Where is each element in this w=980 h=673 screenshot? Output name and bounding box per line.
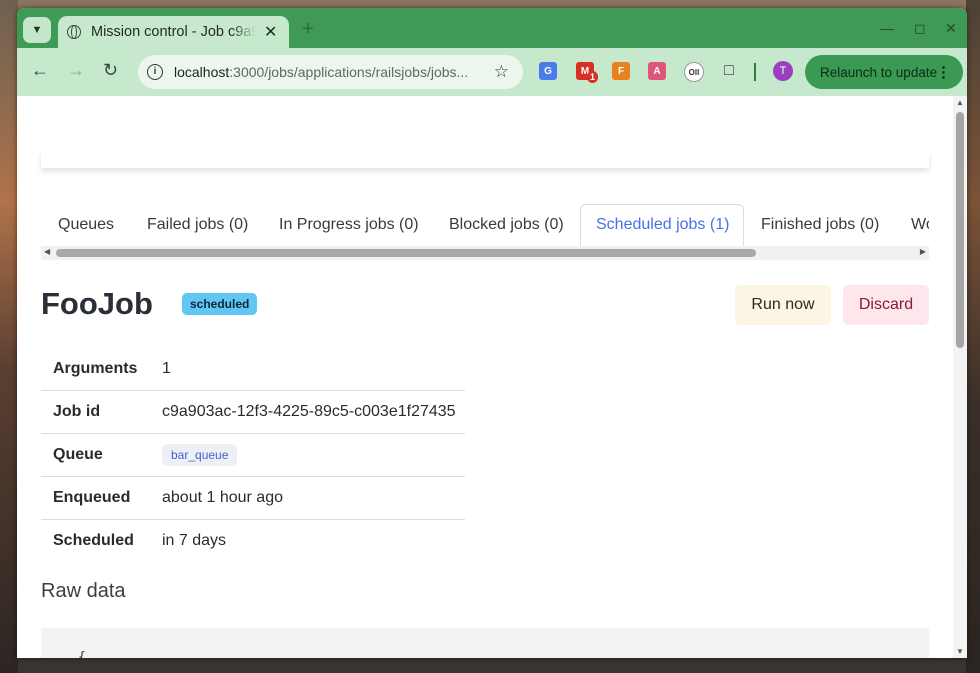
- chevron-down-icon: ▼: [31, 24, 43, 36]
- raw-data-code: {: [78, 650, 86, 658]
- table-row: Enqueued about 1 hour ago: [41, 476, 465, 520]
- detail-value: about 1 hour ago: [161, 476, 465, 520]
- ollama-extension-icon[interactable]: Oll: [684, 62, 704, 82]
- translate-extension-icon[interactable]: G: [539, 62, 557, 80]
- detail-value: bar_queue: [161, 433, 465, 477]
- table-row: Scheduled in 7 days: [41, 520, 465, 563]
- tab-workers[interactable]: Wo: [911, 204, 929, 246]
- tab-finished-jobs[interactable]: Finished jobs (0): [761, 204, 879, 246]
- detail-value: c9a903ac-12f3-4225-89c5-c003e1f27435: [161, 390, 465, 434]
- mail-extension-icon[interactable]: M1: [576, 62, 599, 83]
- toolbar-separator: [754, 63, 756, 81]
- scroll-up-icon[interactable]: ▲: [956, 98, 964, 107]
- mail-badge: 1: [587, 71, 599, 83]
- forward-arrow-icon[interactable]: →: [67, 60, 85, 81]
- run-now-button[interactable]: Run now: [735, 285, 831, 325]
- url-text[interactable]: localhost:3000/jobs/applications/railsjo…: [174, 64, 468, 80]
- table-row: Job id c9a903ac-12f3-4225-89c5-c003e1f27…: [41, 390, 465, 434]
- back-arrow-icon[interactable]: ←: [31, 60, 49, 81]
- raw-data-heading: Raw data: [41, 580, 126, 602]
- tab-scheduled-jobs[interactable]: Scheduled jobs (1): [580, 204, 744, 246]
- tab-failed-jobs[interactable]: Failed jobs (0): [147, 204, 248, 246]
- tab-search-button[interactable]: ▼: [23, 17, 51, 43]
- scrollbar-thumb[interactable]: [56, 249, 756, 257]
- address-bar[interactable]: i localhost:3000/jobs/applications/rails…: [138, 55, 523, 89]
- table-row: Queue bar_queue: [41, 433, 465, 477]
- top-nav-bar: [41, 152, 929, 168]
- tab-blocked-jobs[interactable]: Blocked jobs (0): [449, 204, 564, 246]
- language-extension-icon[interactable]: A: [648, 62, 666, 80]
- desktop-background-left: [0, 0, 18, 673]
- scrollbar-thumb[interactable]: [956, 112, 964, 348]
- maximize-icon[interactable]: ◻: [914, 20, 926, 37]
- detail-key: Scheduled: [53, 532, 134, 549]
- detail-key: Queue: [41, 433, 161, 477]
- browser-window: ▼ Mission control - Job c9a903ac ✕ + — ◻…: [17, 8, 967, 658]
- detail-key: Enqueued: [41, 476, 161, 520]
- browser-tab-active[interactable]: Mission control - Job c9a903ac ✕: [58, 16, 289, 48]
- job-tabs: Queues Failed jobs (0) In Progress jobs …: [41, 204, 929, 247]
- scroll-down-icon[interactable]: ▼: [956, 647, 964, 656]
- browser-toolbar: ← → ↻ i localhost:3000/jobs/applications…: [17, 48, 967, 96]
- profile-avatar[interactable]: T: [773, 61, 793, 81]
- close-window-icon[interactable]: ✕: [945, 20, 957, 37]
- globe-icon: [67, 25, 81, 39]
- extensions-puzzle-icon[interactable]: □: [720, 62, 738, 80]
- page-content: Queues Failed jobs (0) In Progress jobs …: [17, 96, 953, 658]
- relaunch-label: Relaunch to update: [820, 64, 938, 80]
- site-info-icon[interactable]: i: [147, 64, 163, 80]
- detail-value: 1: [161, 348, 465, 391]
- detail-key: Job id: [41, 390, 161, 434]
- close-tab-icon[interactable]: ✕: [264, 22, 277, 42]
- new-tab-button[interactable]: +: [302, 18, 314, 41]
- detail-value: in 7 days: [162, 532, 227, 549]
- tabs-horizontal-scrollbar[interactable]: ◀ ▶: [41, 246, 929, 260]
- tab-queues[interactable]: Queues: [58, 204, 114, 246]
- detail-key: Arguments: [41, 348, 161, 391]
- more-menu-icon[interactable]: ⋮: [936, 63, 951, 81]
- bookmark-star-icon[interactable]: ☆: [494, 62, 509, 82]
- scroll-right-icon[interactable]: ▶: [920, 247, 926, 256]
- tab-in-progress-jobs[interactable]: In Progress jobs (0): [279, 204, 419, 246]
- job-details-table: Arguments 1 Job id c9a903ac-12f3-4225-89…: [41, 348, 465, 562]
- raw-data-code-block: {: [41, 628, 929, 658]
- fox-extension-icon[interactable]: F: [612, 62, 630, 80]
- scroll-left-icon[interactable]: ◀: [44, 247, 50, 256]
- job-title: FooJob: [41, 286, 153, 321]
- tab-strip: ▼ Mission control - Job c9a903ac ✕ + — ◻…: [17, 8, 967, 48]
- minimize-icon[interactable]: —: [880, 20, 894, 36]
- page-vertical-scrollbar[interactable]: ▲ ▼: [953, 96, 967, 658]
- queue-link[interactable]: bar_queue: [162, 444, 238, 466]
- table-row: Arguments 1: [41, 348, 465, 391]
- tab-title: Mission control - Job c9a903ac: [91, 24, 256, 40]
- reload-icon[interactable]: ↻: [103, 60, 118, 81]
- desktop-background-right: [966, 0, 980, 673]
- relaunch-button[interactable]: Relaunch to update ⋮: [805, 55, 963, 89]
- discard-button[interactable]: Discard: [843, 285, 929, 325]
- status-badge: scheduled: [182, 293, 258, 315]
